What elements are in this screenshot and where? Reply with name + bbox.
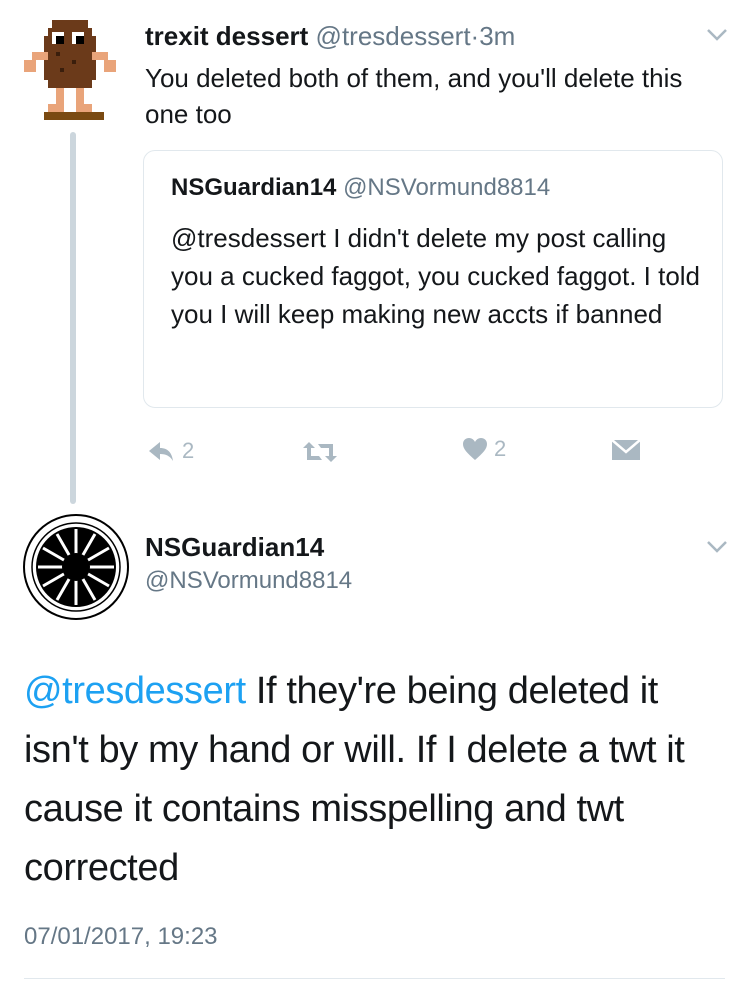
heart-icon [463, 438, 487, 460]
chevron-down-icon[interactable] [706, 540, 728, 554]
retweet-icon [303, 442, 337, 462]
tweet-time[interactable]: 3m [479, 21, 515, 51]
avatar[interactable] [20, 16, 124, 124]
thread-line [70, 132, 76, 504]
handle[interactable]: @NSVormund8814 [145, 566, 352, 596]
tweet-header: trexit dessert @tresdessert·3m [145, 20, 515, 52]
mention-link[interactable]: @tresdessert [24, 670, 246, 712]
reply-icon [149, 442, 173, 461]
like-count: 2 [494, 436, 507, 461]
envelope-icon [611, 439, 641, 460]
divider [24, 978, 725, 979]
display-name[interactable]: trexit dessert [145, 21, 308, 51]
reply-count: 2 [182, 438, 195, 463]
direct-message-button[interactable] [611, 439, 641, 461]
chevron-down-icon[interactable] [706, 28, 728, 42]
retweet-button[interactable] [302, 440, 338, 464]
avatar[interactable] [22, 513, 130, 621]
reply-button[interactable]: 2 [146, 438, 194, 464]
tweet-text: @tresdessert If they're being deleted it… [24, 662, 724, 898]
tweet-text: You deleted both of them, and you'll del… [145, 63, 683, 129]
quoted-handle: @NSVormund8814 [343, 174, 551, 201]
tweet-timestamp: 07/01/2017, 19:23 [24, 923, 218, 950]
separator-dot: · [470, 21, 480, 51]
black-sun-emblem-avatar-icon [23, 514, 129, 620]
quoted-tweet-header: NSGuardian14 @NSVormund8814 [171, 173, 550, 203]
pixel-potato-avatar-icon [24, 20, 116, 120]
handle[interactable]: @tresdessert [316, 21, 471, 51]
display-name[interactable]: NSGuardian14 [145, 532, 324, 562]
quoted-tweet-text: @tresdessert I didn't delete my post cal… [171, 223, 701, 329]
quoted-tweet[interactable]: NSGuardian14 @NSVormund8814 @tresdessert… [143, 150, 723, 408]
quoted-display-name: NSGuardian14 [171, 174, 337, 201]
like-button[interactable]: 2 [462, 436, 506, 462]
